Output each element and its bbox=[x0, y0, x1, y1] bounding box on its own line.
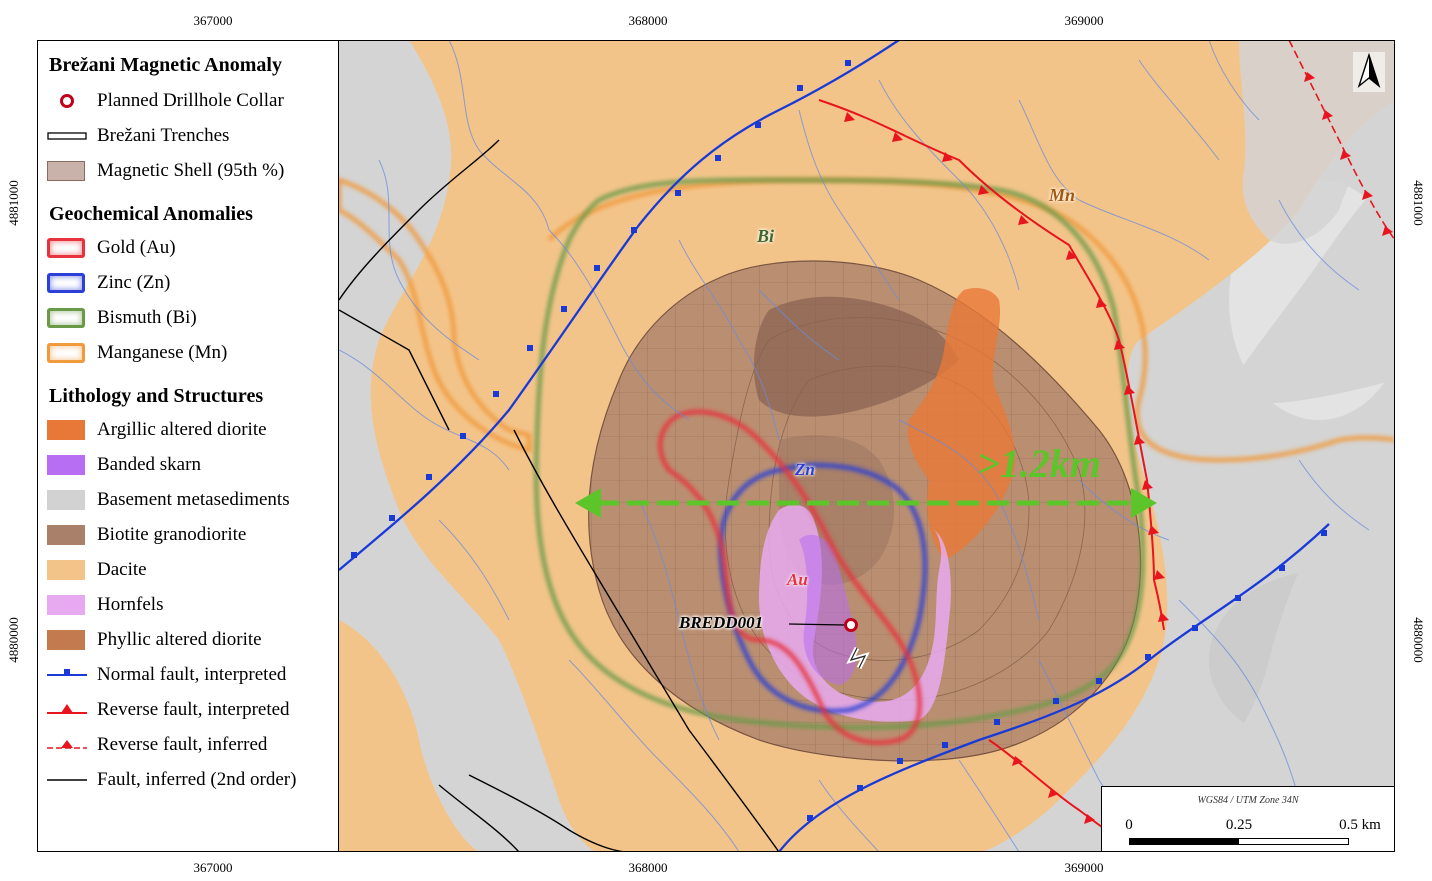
mn-label: Mn bbox=[1049, 185, 1076, 205]
au-label: Au bbox=[787, 570, 808, 589]
legend-label: Dacite bbox=[97, 558, 147, 580]
legend-section-title: Geochemical Anomalies bbox=[49, 203, 253, 225]
easting-tick-label: 367000 bbox=[193, 13, 233, 28]
easting-tick-label: 368000 bbox=[628, 860, 668, 875]
zinc-swatch bbox=[47, 272, 87, 294]
legend-item: Gold (Au) bbox=[47, 230, 338, 265]
legend-label: Argillic altered diorite bbox=[97, 418, 267, 440]
easting-tick-label: 369000 bbox=[1064, 13, 1104, 28]
legend-item: Manganese (Mn) bbox=[47, 335, 338, 370]
granodiorite-swatch bbox=[47, 524, 87, 546]
legend-item: Argillic altered diorite bbox=[47, 412, 338, 447]
legend-label: Reverse fault, interpreted bbox=[97, 698, 290, 720]
easting-tick-label: 367000 bbox=[193, 860, 233, 875]
argillic-swatch bbox=[47, 419, 87, 441]
legend-item: Phyllic altered diorite bbox=[47, 622, 338, 657]
gold-swatch bbox=[47, 237, 87, 259]
legend-item: Normal fault, interpreted bbox=[47, 657, 338, 692]
legend-label: Planned Drillhole Collar bbox=[97, 89, 284, 111]
zn-label: Zn bbox=[795, 460, 815, 479]
legend-label: Manganese (Mn) bbox=[97, 341, 228, 363]
map-canvas[interactable]: Bi Mn Zn Au >1.2km BREDD001 bbox=[339, 40, 1395, 852]
north-arrow-icon bbox=[1353, 52, 1385, 92]
legend-label: Banded skarn bbox=[97, 453, 201, 475]
legend-item: Magnetic Shell (95th %) bbox=[47, 153, 338, 188]
legend-label: Zinc (Zn) bbox=[97, 271, 171, 293]
bi-label: Bi bbox=[757, 226, 775, 246]
bismuth-swatch bbox=[47, 307, 87, 329]
manganese-swatch bbox=[47, 342, 87, 364]
legend-item: Planned Drillhole Collar bbox=[47, 83, 338, 118]
skarn-swatch bbox=[47, 454, 87, 476]
hornfels-swatch bbox=[47, 594, 87, 616]
easting-tick-label: 368000 bbox=[628, 13, 668, 28]
drillhole-label: BREDD001 bbox=[679, 613, 764, 632]
legend-item: Reverse fault, interpreted bbox=[47, 692, 338, 727]
legend-section-title: Lithology and Structures bbox=[49, 385, 264, 407]
collar-circle-icon[interactable] bbox=[844, 618, 858, 632]
scale-bar-segment bbox=[1130, 839, 1239, 844]
scale-label: 0.25 bbox=[1225, 817, 1253, 833]
legend-item: Banded skarn bbox=[47, 447, 338, 482]
legend-label: Reverse fault, inferred bbox=[97, 733, 268, 755]
legend-label: Brežani Trenches bbox=[97, 124, 230, 146]
span-label: >1.2km bbox=[977, 441, 1101, 486]
legend-item: Zinc (Zn) bbox=[47, 265, 338, 300]
dacite-swatch bbox=[47, 559, 87, 581]
legend-item: Fault, inferred (2nd order) bbox=[47, 762, 338, 797]
northing-tick-label: 4881000 bbox=[6, 180, 21, 226]
legend-item: Basement metasediments bbox=[47, 482, 338, 517]
legend-label: Normal fault, interpreted bbox=[97, 663, 287, 685]
legend-label: Bismuth (Bi) bbox=[97, 306, 197, 328]
legend-label: Phyllic altered diorite bbox=[97, 628, 262, 650]
scale-bar: WGS84 / UTM Zone 34N 0 0.25 0.5 km bbox=[1101, 786, 1395, 852]
legend-item: Brežani Trenches bbox=[47, 118, 338, 153]
scale-bar-track bbox=[1129, 838, 1349, 845]
legend-label: Basement metasediments bbox=[97, 488, 290, 510]
legend-label: Gold (Au) bbox=[97, 236, 176, 258]
northing-tick-label: 4880000 bbox=[6, 617, 21, 663]
northing-tick-label: 4881000 bbox=[1411, 180, 1426, 226]
legend-item: Bismuth (Bi) bbox=[47, 300, 338, 335]
legend-label: Biotite granodiorite bbox=[97, 523, 247, 545]
phyllic-swatch bbox=[47, 629, 87, 651]
scale-label: 0.5 km bbox=[1339, 817, 1381, 833]
easting-tick-label: 369000 bbox=[1064, 860, 1104, 875]
trench-line-icon bbox=[47, 125, 87, 147]
collar-circle-icon bbox=[47, 90, 87, 112]
northing-tick-label: 4880000 bbox=[1411, 617, 1426, 663]
crs-label: WGS84 / UTM Zone 34N bbox=[1197, 795, 1299, 806]
scale-label: 0 bbox=[1125, 817, 1133, 833]
legend-label: Hornfels bbox=[97, 593, 164, 615]
thin-fault-icon bbox=[47, 769, 87, 791]
map-svg bbox=[339, 40, 1395, 852]
basement-swatch bbox=[47, 489, 87, 511]
legend-title: Brežani Magnetic Anomaly bbox=[49, 54, 282, 76]
shell-swatch bbox=[47, 160, 87, 182]
legend-panel: Brežani Magnetic Anomaly Planned Drillho… bbox=[37, 40, 339, 852]
legend-label: Magnetic Shell (95th %) bbox=[97, 159, 285, 181]
reverse-fault-dashed-icon bbox=[47, 734, 87, 756]
normal-fault-icon bbox=[47, 664, 87, 686]
legend-item: Dacite bbox=[47, 552, 338, 587]
legend-label: Fault, inferred (2nd order) bbox=[97, 768, 297, 790]
legend-item: Biotite granodiorite bbox=[47, 517, 338, 552]
legend-item: Hornfels bbox=[47, 587, 338, 622]
reverse-fault-icon bbox=[47, 699, 87, 721]
legend-item: Reverse fault, inferred bbox=[47, 727, 338, 762]
map-frame: 367000 368000 369000 367000 368000 36900… bbox=[0, 0, 1432, 881]
